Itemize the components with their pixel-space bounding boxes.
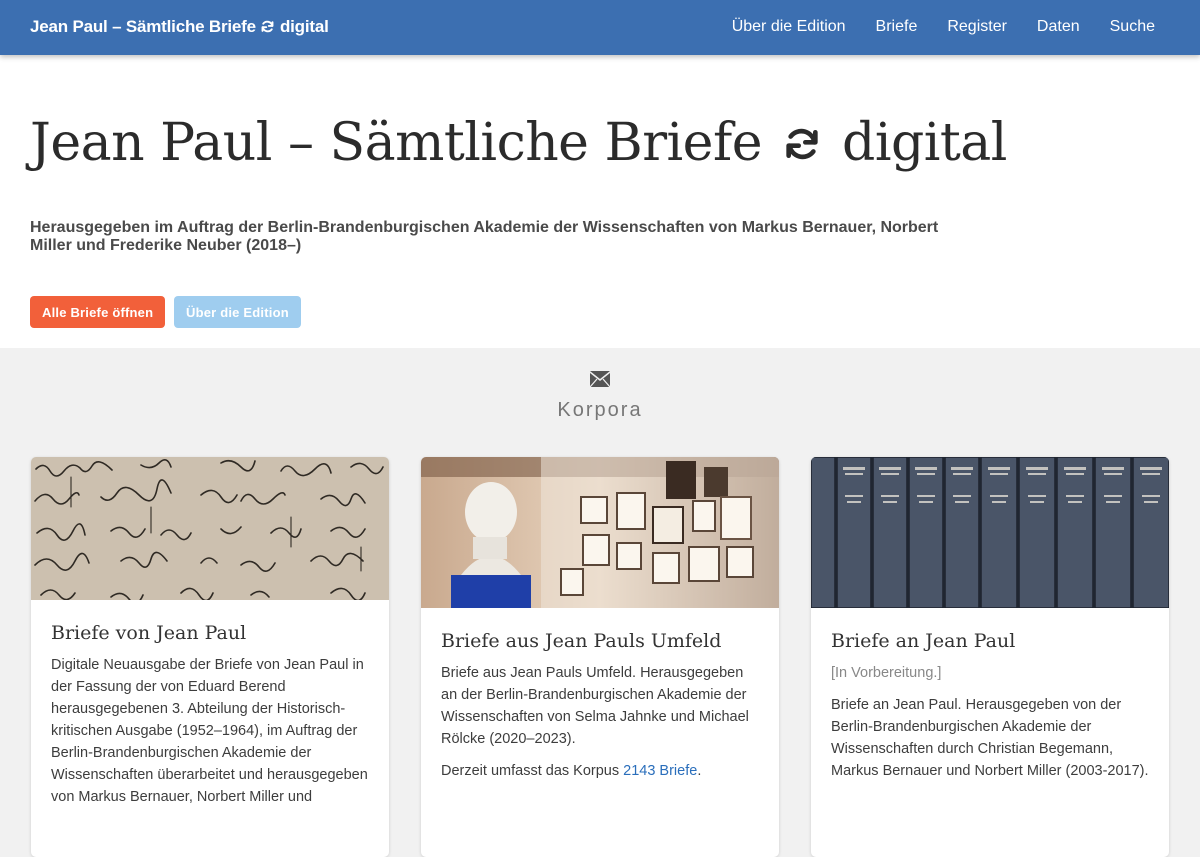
card-status-note: [In Vorbereitung.] (831, 665, 942, 681)
card-count-prefix: Derzeit umfasst das Korpus (441, 763, 624, 779)
page-title-main: Jean Paul – Sämtliche Briefe (30, 113, 762, 173)
brand-suffix: digital (279, 17, 329, 36)
nav-link-edition[interactable]: Über die Edition (732, 18, 846, 36)
card-title[interactable]: Briefe aus Jean Pauls Umfeld (441, 630, 759, 652)
hero-section: Jean Paul – Sämtliche Briefe digital Her… (0, 55, 1200, 348)
letters-count-link[interactable]: 2143 Briefe (623, 763, 697, 779)
refresh-icon (262, 20, 274, 33)
card-count-text: Derzeit umfasst das Korpus 2143 Briefe. (441, 760, 759, 782)
page-title: Jean Paul – Sämtliche Briefe digital (30, 113, 1007, 173)
card-description: Briefe an Jean Paul. Herausgegeben von d… (831, 697, 1149, 779)
card-title[interactable]: Briefe an Jean Paul (831, 630, 1149, 652)
corpora-section: Korpora Briefe von Jean Paul Digitale Ne… (0, 348, 1200, 857)
open-all-letters-button[interactable]: Alle Briefe öffnen (30, 296, 166, 328)
corpus-card-umfeld[interactable]: Briefe aus Jean Pauls Umfeld Briefe aus … (421, 457, 779, 857)
page-subtitle: Herausgegeben im Auftrag der Berlin-Bran… (30, 219, 939, 254)
card-title[interactable]: Briefe von Jean Paul (51, 622, 369, 644)
nav-link-daten[interactable]: Daten (1037, 18, 1080, 36)
exhibition-image (421, 457, 779, 608)
brand-title: Jean Paul – Sämtliche Briefe (30, 17, 256, 36)
section-title: Korpora (557, 399, 643, 421)
corpus-card-briefe-von[interactable]: Briefe von Jean Paul Digitale Neuausgabe… (31, 457, 389, 857)
card-description: Briefe aus Jean Pauls Umfeld. Herausgege… (441, 665, 749, 747)
nav-link-suche[interactable]: Suche (1110, 18, 1155, 36)
page-title-suffix: digital (842, 113, 1007, 173)
refresh-icon (786, 128, 818, 160)
nav-menu: Über die Edition Briefe Register Daten S… (732, 18, 1155, 36)
manuscript-image (31, 457, 389, 600)
envelope-icon (589, 371, 611, 388)
corpus-card-briefe-an[interactable]: Briefe an Jean Paul [In Vorbereitung.] B… (811, 457, 1169, 857)
about-edition-button[interactable]: Über die Edition (174, 296, 301, 328)
nav-link-briefe[interactable]: Briefe (876, 18, 918, 36)
nav-link-register[interactable]: Register (947, 18, 1007, 36)
card-description: Digitale Neuausgabe der Briefe von Jean … (51, 657, 368, 805)
top-navbar: Jean Paul – Sämtliche Briefe digital Übe… (0, 0, 1200, 55)
brand-link[interactable]: Jean Paul – Sämtliche Briefe digital (30, 17, 329, 37)
books-image (811, 457, 1169, 608)
card-count-suffix: . (697, 763, 702, 779)
